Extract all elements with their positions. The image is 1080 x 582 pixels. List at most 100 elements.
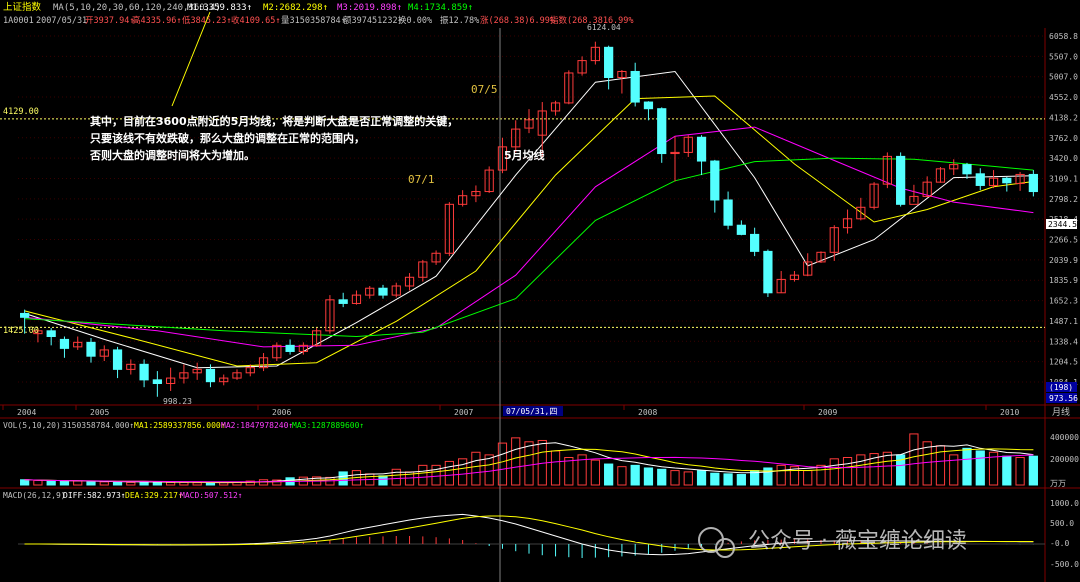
volume-bar xyxy=(20,479,30,486)
candle-body xyxy=(763,250,773,294)
macd-axis-0: -0.0 xyxy=(1050,539,1069,548)
volume-bar xyxy=(909,433,919,486)
volume-bar xyxy=(179,481,189,486)
volume-bar xyxy=(670,470,680,486)
volume-bar xyxy=(524,441,534,486)
info-open: 开3937.94↑ xyxy=(85,16,134,26)
volume-bar xyxy=(458,458,468,486)
volume-bar xyxy=(152,481,162,486)
volume-bar xyxy=(617,466,627,486)
candle-body xyxy=(750,233,760,252)
candle-body xyxy=(657,108,667,155)
volume-bar xyxy=(564,457,574,486)
price-axis-label: 4552.0 xyxy=(1049,93,1078,102)
candle-body xyxy=(378,287,388,296)
year-label: 2008 xyxy=(638,408,657,417)
annotation-pointer-line xyxy=(171,11,211,107)
commentary-line-1: 其中，目前在3600点附近的5月均线，将是判断大盘是否正常调整的关键， xyxy=(90,114,458,128)
price-axis-label: 6058.8 xyxy=(1049,32,1078,41)
volume-bar xyxy=(86,481,96,486)
volume-bar xyxy=(33,479,43,486)
candle-body xyxy=(630,70,640,103)
high-price-label: 6124.04 xyxy=(587,23,621,32)
volume-bar xyxy=(590,459,600,486)
candle-body xyxy=(696,136,707,162)
macd-axis-500: 500.0 xyxy=(1050,519,1074,528)
candle-body xyxy=(1002,177,1012,184)
candle-body xyxy=(736,224,746,235)
candle-body xyxy=(710,160,720,201)
macd-title: MACD(26,12,9) xyxy=(3,491,66,500)
price-axis-label: 1652.3 xyxy=(1049,297,1078,306)
info-high: 高4335.96↑ xyxy=(132,15,181,26)
ma-line-ma30 xyxy=(24,157,1034,338)
vol-ma1: MA1:2589337856.000↑ xyxy=(134,421,226,430)
price-axis-label: 1487.1 xyxy=(1049,317,1078,326)
ma-m4: M4:1734.859↑ xyxy=(408,3,473,13)
commentary-line-3: 否则大盘的调整时间将大为增加。 xyxy=(89,148,255,162)
price-box-1-text: (198) xyxy=(1049,383,1073,392)
timeframe-label[interactable]: 月线 xyxy=(1052,406,1070,418)
volume-bar xyxy=(391,468,401,486)
volume-ma-line xyxy=(24,442,1034,484)
price-axis-label: 2798.2 xyxy=(1049,195,1078,204)
volume-bar xyxy=(511,437,521,486)
ma-m3: M3:2019.898↑ xyxy=(337,3,402,13)
macd-diff: DIFF:582.973↑ xyxy=(63,491,126,500)
year-label: 2010 xyxy=(1000,408,1019,417)
candle-body xyxy=(962,164,972,175)
price-axis-label: 1204.5 xyxy=(1049,358,1078,367)
volume-bar xyxy=(657,468,667,486)
volume-bar xyxy=(696,470,707,486)
chart-window: 6058.8 5507.0 5007.0 4552.0 4138.2 3762.0 3420… xyxy=(0,0,1080,582)
candle-body xyxy=(723,199,733,226)
volume-bar xyxy=(723,473,733,486)
price-box-2-text: 973.56 xyxy=(1049,394,1078,403)
volume-bar xyxy=(126,481,136,486)
volume-bar xyxy=(99,481,109,486)
candle-body xyxy=(139,363,149,381)
label-07-5: 07/5 xyxy=(471,83,498,96)
volume-bar xyxy=(962,447,972,486)
vol-value: 3150358784.000↑ xyxy=(62,421,134,430)
macd-dea: DEA:329.217↑ xyxy=(125,491,183,500)
vol-ma3: MA3:1287889600↑ xyxy=(292,421,364,430)
volume-bar xyxy=(378,475,388,486)
volume-bar xyxy=(73,480,83,486)
volume-bar xyxy=(1002,455,1012,486)
price-axis-label: 3420.0 xyxy=(1049,154,1078,163)
volume-bar xyxy=(630,464,640,486)
volume-bar xyxy=(882,451,892,486)
price-axis-label: 3762.0 xyxy=(1049,134,1078,143)
candle-body xyxy=(112,349,123,370)
vol-title: VOL(5,10,20) xyxy=(3,421,61,430)
label-07-1: 07/1 xyxy=(408,173,435,186)
volume-bar xyxy=(816,464,826,486)
volume-bar xyxy=(776,464,786,486)
macd-value: MACD:507.512↑ xyxy=(180,491,243,500)
volume-bar xyxy=(59,480,70,486)
low-price-label: 998.23 xyxy=(163,397,192,406)
candle-body xyxy=(205,368,216,383)
ma-m1: M1:3359.833↑ xyxy=(187,3,252,13)
volume-bar xyxy=(856,454,866,486)
candle-body xyxy=(896,155,906,205)
commentary-line-2: 只要该线不有效跌破，那么大盘的调整在正常的范围内， xyxy=(90,131,365,145)
year-label: 2007 xyxy=(454,408,473,417)
level-1425-label: 1425.00 xyxy=(3,326,39,336)
info-change: 涨(268.38)6.99% xyxy=(480,15,555,26)
volume-bar xyxy=(471,451,481,486)
watermark-text: 公众号 · 薇宝缠论细读 xyxy=(748,529,967,554)
cursor-date: 07/05/31,四 xyxy=(506,407,557,416)
volume-bar xyxy=(710,472,720,486)
volume-bar xyxy=(1028,455,1038,486)
volume-bar xyxy=(643,467,654,486)
volume-bar xyxy=(112,481,123,486)
stock-chart[interactable]: 6058.8 5507.0 5007.0 4552.0 4138.2 3762.0 3420… xyxy=(0,0,1080,582)
volume-bar xyxy=(736,474,746,486)
vol-axis-mid: 200000 xyxy=(1050,455,1079,464)
volume-bar xyxy=(166,481,176,486)
label-5-month-ma: 5月均线 xyxy=(504,148,545,162)
current-price: 2344.5 xyxy=(1048,220,1077,229)
price-axis-label: 2266.5 xyxy=(1049,236,1078,245)
